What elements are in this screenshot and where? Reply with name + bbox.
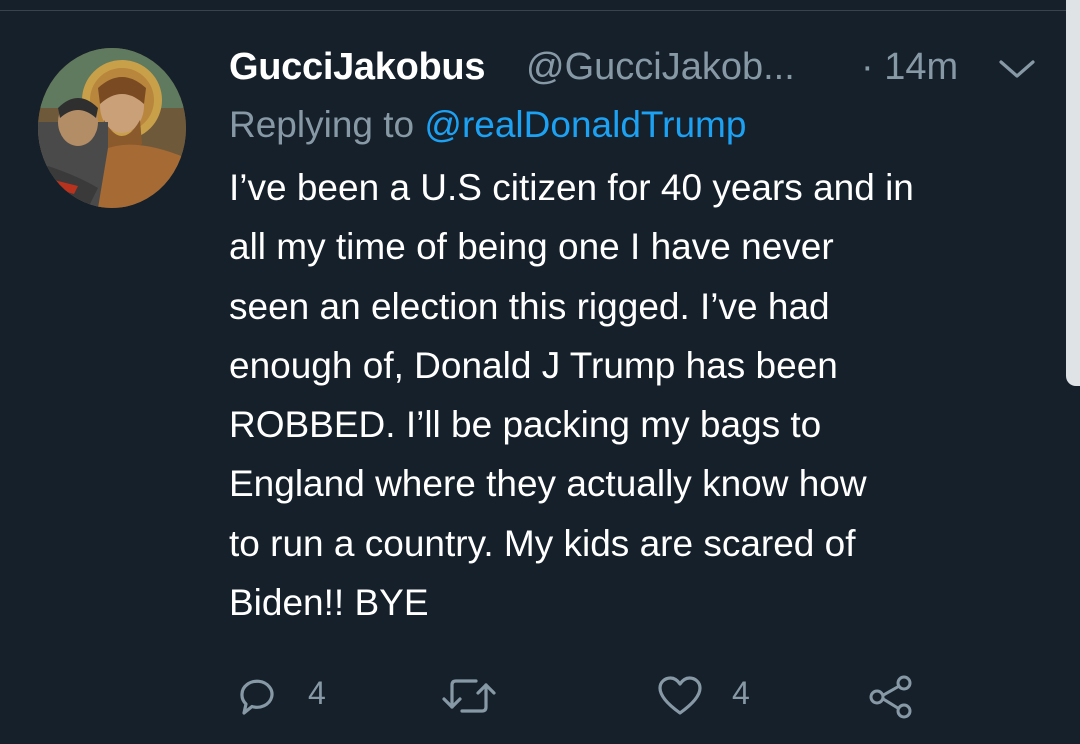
tweet-text-line: all my time of being one I have never <box>229 226 834 268</box>
avatar-image <box>38 48 186 208</box>
share-icon <box>869 675 912 719</box>
tweet-text-line: Biden!! BYE <box>229 582 429 624</box>
replying-to: Replying to @realDonaldTrump <box>229 104 1059 146</box>
tweet[interactable]: GucciJakobus @GucciJakob... · 14m Replyi… <box>229 40 1059 632</box>
tweet-text: I’ve been a U.S citizen for 40 years and… <box>229 158 1059 632</box>
user-handle[interactable]: @GucciJakob... <box>526 46 795 89</box>
avatar[interactable] <box>38 48 186 208</box>
reply-button[interactable]: 4 <box>234 665 344 725</box>
tweet-text-line: to run a country. My kids are scared of <box>229 522 856 564</box>
reply-mention-link[interactable]: @realDonaldTrump <box>424 104 746 145</box>
chevron-down-icon[interactable] <box>995 52 1039 86</box>
like-count: 4 <box>732 675 750 711</box>
scrollbar[interactable] <box>1066 0 1080 386</box>
reply-icon <box>240 679 274 715</box>
reply-count: 4 <box>308 675 326 711</box>
retweet-icon <box>442 679 496 713</box>
tweet-text-line: I’ve been a U.S citizen for 40 years and… <box>229 167 914 208</box>
tweet-header: GucciJakobus @GucciJakob... · 14m <box>229 40 1059 94</box>
replying-to-label: Replying to <box>229 104 415 145</box>
tweet-actions: 4 4 <box>0 665 1080 725</box>
tweet-text-line: enough of, Donald J Trump has been <box>229 344 838 386</box>
share-button[interactable] <box>866 665 918 725</box>
tweet-text-line: seen an election this rigged. I’ve had <box>229 285 830 327</box>
tweet-text-line: ROBBED. I’ll be packing my bags to <box>229 404 822 446</box>
timestamp[interactable]: · 14m <box>861 46 958 89</box>
like-icon <box>658 676 702 715</box>
display-name[interactable]: GucciJakobus <box>229 46 485 89</box>
tweet-text-line: England where they actually know how <box>229 463 867 505</box>
retweet-button[interactable] <box>440 665 510 725</box>
like-button[interactable]: 4 <box>656 665 766 725</box>
top-divider <box>0 10 1080 11</box>
